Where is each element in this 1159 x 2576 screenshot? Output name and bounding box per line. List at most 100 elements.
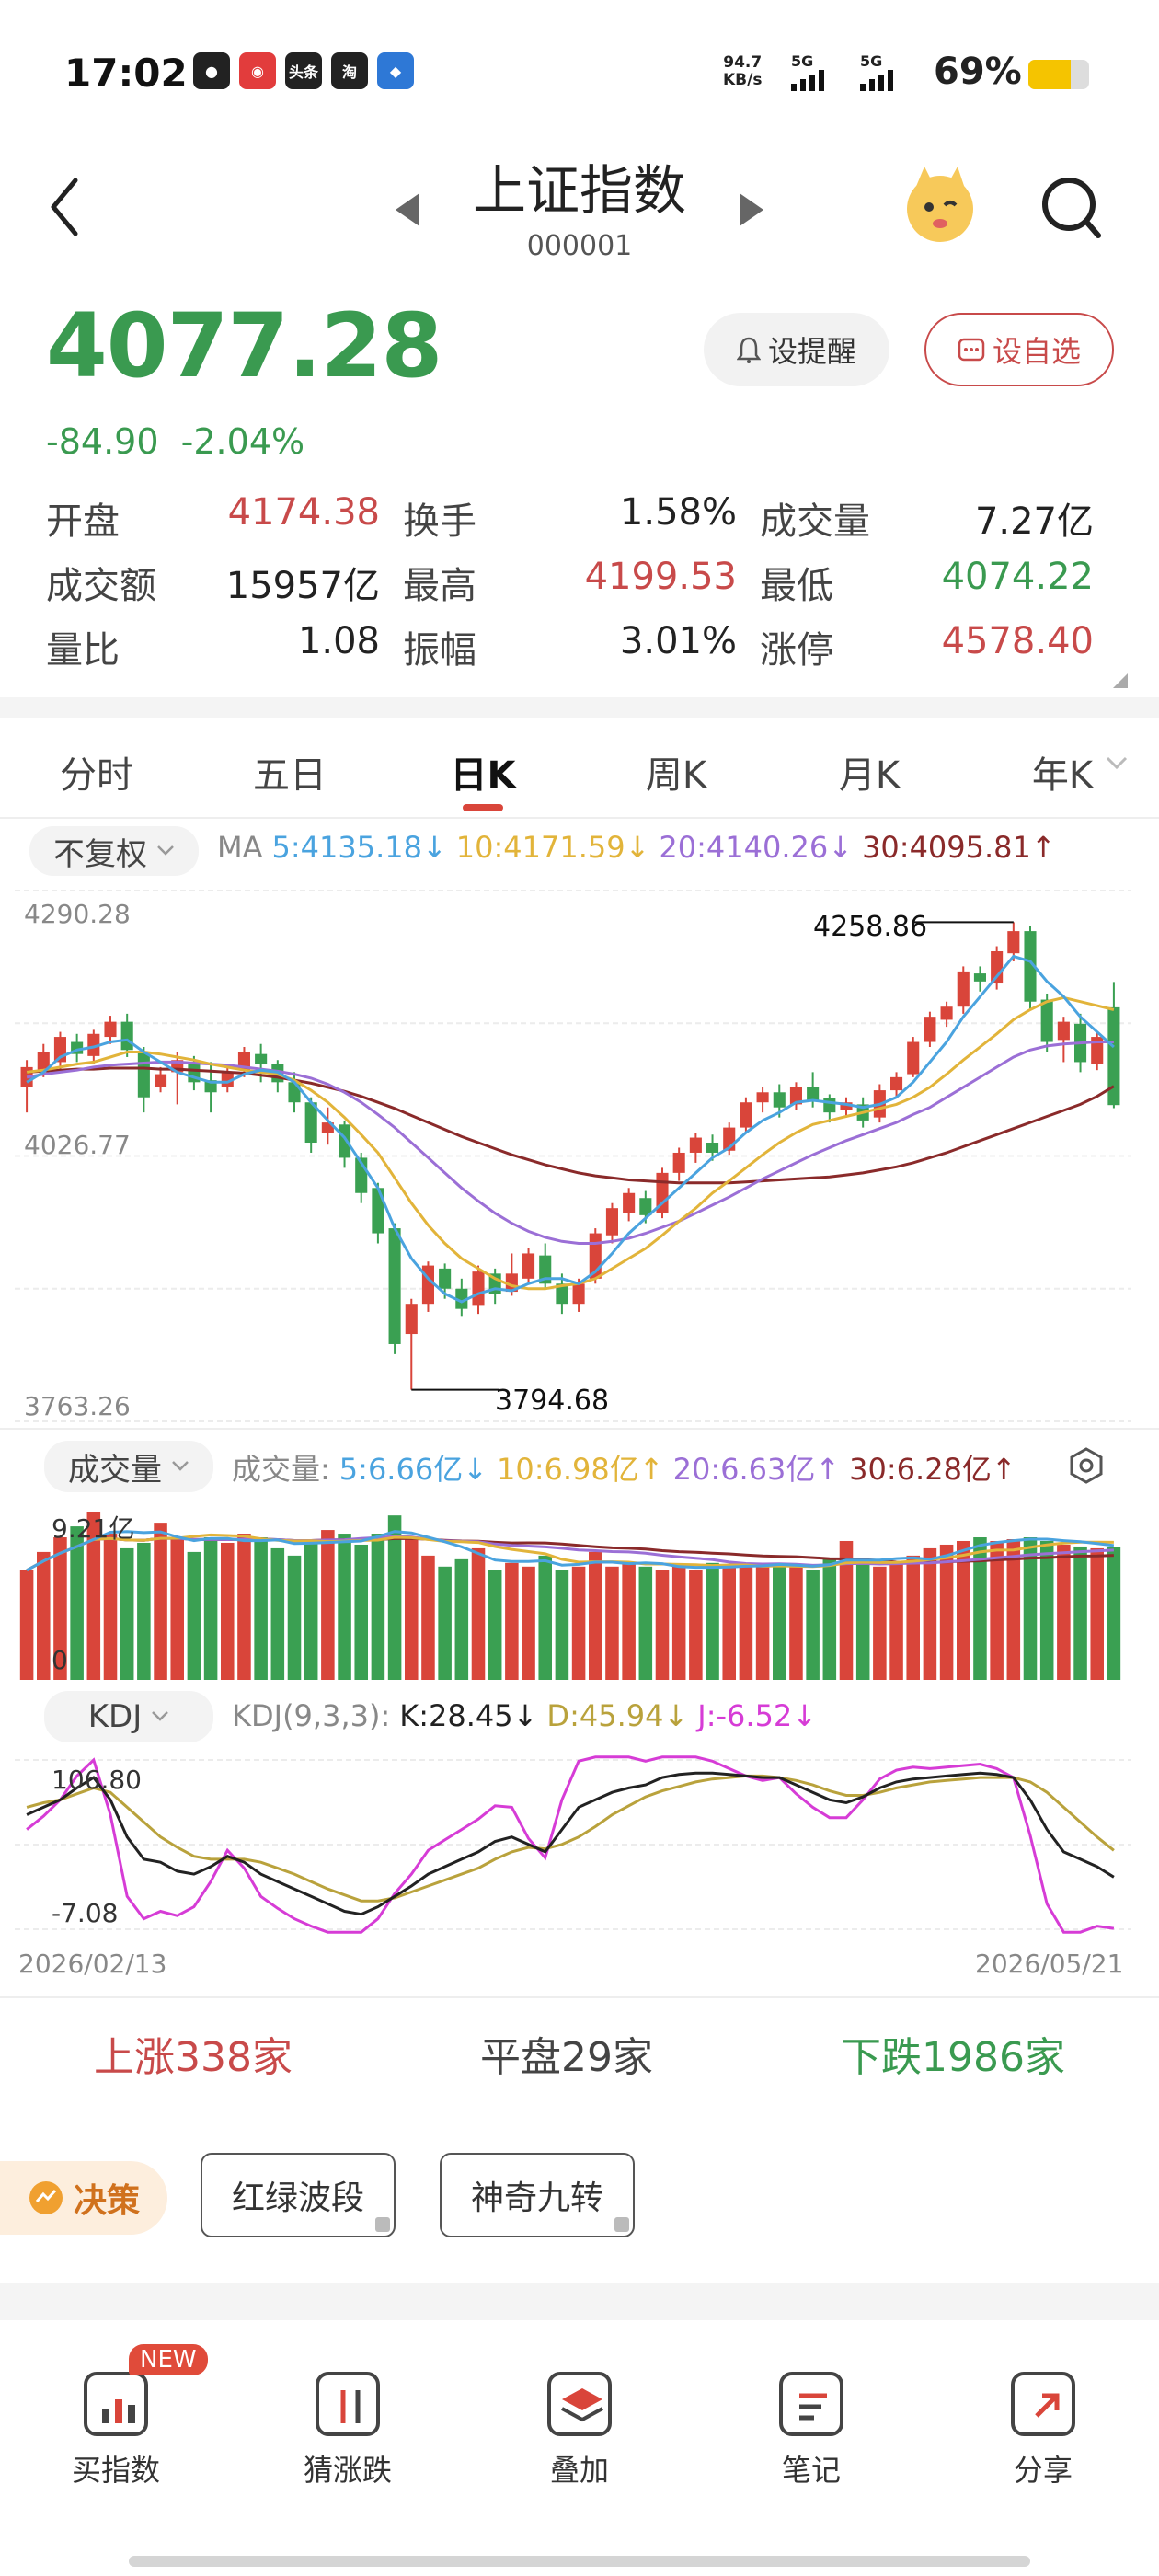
nav-label: 买指数 xyxy=(71,2453,160,2488)
search-icon[interactable] xyxy=(1039,175,1104,244)
date-start-label: 2026/02/13 xyxy=(18,1949,167,1979)
volume-bar xyxy=(371,1534,385,1680)
candle-body xyxy=(1057,1021,1070,1041)
tab-period[interactable]: 日K xyxy=(386,736,580,819)
decliners[interactable]: 下跌1986家 xyxy=(841,2024,1065,2098)
bottom-nav: 买指数 NEW 猜涨跌 叠加 笔记 分享 xyxy=(0,2344,1159,2502)
tab-period[interactable]: 五日 xyxy=(193,736,386,819)
candle-body xyxy=(991,950,1004,984)
volume-bar xyxy=(622,1562,636,1680)
volume-bar xyxy=(789,1566,803,1680)
kdj-chart[interactable] xyxy=(15,1753,1131,1937)
volume-bar xyxy=(137,1542,151,1680)
candle-body xyxy=(924,1017,936,1042)
stat-item: 最高 4199.53 xyxy=(403,556,760,609)
advancers[interactable]: 上涨338家 xyxy=(94,2024,293,2098)
add-watchlist-button[interactable]: 设自选 xyxy=(924,313,1114,386)
kdj-selector[interactable]: KDJ xyxy=(44,1691,213,1742)
finance-app-icon: ◆ xyxy=(377,52,414,89)
tab-period[interactable]: 月K xyxy=(773,736,966,819)
change-percent: -2.04% xyxy=(180,421,305,462)
kdj-legend: KDJ(9,3,3): K:28.45↓ D:45.94↓ J:-6.52↓ xyxy=(232,1698,817,1733)
mascot-icon[interactable] xyxy=(897,161,984,248)
volume-bar xyxy=(773,1562,786,1680)
decision-button[interactable]: 决策 xyxy=(0,2161,167,2235)
nav-item[interactable]: 买指数 NEW xyxy=(0,2344,232,2502)
watchlist-icon xyxy=(958,338,985,362)
network-speed: 94.7 KB/s xyxy=(723,54,762,89)
candle-body xyxy=(104,1021,117,1038)
chevron-down-icon[interactable] xyxy=(1106,756,1128,771)
volume-bar xyxy=(471,1547,486,1680)
kdj-d-line xyxy=(26,1774,1115,1903)
bell-icon xyxy=(736,337,761,363)
volume-bar xyxy=(203,1537,218,1680)
chevron-left-icon[interactable] xyxy=(46,175,83,239)
volume-bar xyxy=(939,1544,954,1680)
adjust-selector[interactable]: 不复权 xyxy=(29,826,199,876)
candle-body xyxy=(605,1208,618,1236)
red-green-band-chip[interactable]: 红绿波段 xyxy=(201,2153,396,2237)
volume-bar xyxy=(689,1570,703,1680)
ma-value: 30:4095.81↑ xyxy=(862,830,1056,865)
decliners-unit: 家 xyxy=(1024,2034,1065,2081)
candle-body xyxy=(439,1268,452,1289)
volume-bar xyxy=(103,1534,118,1680)
lock-icon xyxy=(614,2217,629,2232)
kdj-k-line xyxy=(26,1771,1115,1916)
chart-bottom-divider xyxy=(0,1996,1159,1998)
volume-selector[interactable]: 成交量 xyxy=(44,1441,213,1492)
note-icon xyxy=(779,2372,843,2436)
advancers-label: 上涨 xyxy=(94,2034,175,2081)
volume-bar xyxy=(822,1558,837,1680)
unchanged[interactable]: 平盘29家 xyxy=(480,2024,653,2098)
stat-label: 量比 xyxy=(46,629,120,672)
set-alert-label: 设提醒 xyxy=(767,334,856,369)
triangle-right-icon[interactable] xyxy=(738,191,765,228)
candle-body xyxy=(522,1253,535,1279)
expand-corner-icon[interactable] xyxy=(1113,673,1128,688)
decliners-label: 下跌 xyxy=(840,2034,922,2081)
volume-bar xyxy=(254,1537,268,1680)
volume-bar xyxy=(589,1551,602,1680)
volume-bar xyxy=(538,1555,552,1680)
candle-body xyxy=(120,1021,133,1051)
candle-body xyxy=(1007,931,1020,954)
volume-bar xyxy=(671,1566,686,1680)
candle-body xyxy=(773,1092,786,1108)
volume-bar xyxy=(187,1551,201,1680)
tab-period[interactable]: 年K xyxy=(966,736,1159,819)
status-bar: 17:02 ● ◉ 头条淘 ◆ 94.7 KB/s 5G 5G 69% xyxy=(0,51,1159,106)
volume-bar xyxy=(655,1570,670,1680)
candle-body xyxy=(672,1152,685,1173)
nav-item[interactable]: 叠加 xyxy=(464,2355,695,2502)
candlestick-chart[interactable] xyxy=(15,883,1131,1428)
volume-bar xyxy=(354,1544,368,1680)
nav-label: 猜涨跌 xyxy=(303,2453,392,2488)
stat-item: 开盘 4174.38 xyxy=(46,491,403,545)
netease-icon: ◉ xyxy=(239,52,276,89)
tab-period[interactable]: 周K xyxy=(580,736,773,819)
stat-item: 振幅 3.01% xyxy=(403,620,760,673)
stat-label: 最低 xyxy=(760,565,833,607)
nav-item[interactable]: 分享 xyxy=(927,2355,1159,2502)
volume-bar xyxy=(37,1551,51,1680)
decision-label: 决策 xyxy=(73,2182,140,2220)
volume-bar xyxy=(1090,1547,1104,1680)
tab-period[interactable]: 分时 xyxy=(0,736,193,819)
signal-1: 5G xyxy=(791,52,824,91)
volume-bar xyxy=(1073,1546,1087,1680)
home-indicator[interactable] xyxy=(129,2556,1030,2567)
set-alert-button[interactable]: 设提醒 xyxy=(704,313,889,386)
nav-item[interactable]: 笔记 xyxy=(695,2355,927,2502)
battery-percent: 69% xyxy=(934,51,1022,93)
settings-icon[interactable] xyxy=(1067,1446,1106,1485)
volume-bar xyxy=(855,1562,870,1680)
battery-level xyxy=(1028,60,1071,89)
nav-item[interactable]: 猜涨跌 xyxy=(232,2355,464,2502)
candle-body xyxy=(907,1041,920,1075)
chip-label: 神奇九转 xyxy=(470,2179,603,2217)
magic-nine-chip[interactable]: 神奇九转 xyxy=(440,2153,635,2237)
volume-chart[interactable] xyxy=(15,1495,1131,1684)
stat-value: 4074.22 xyxy=(941,556,1094,598)
